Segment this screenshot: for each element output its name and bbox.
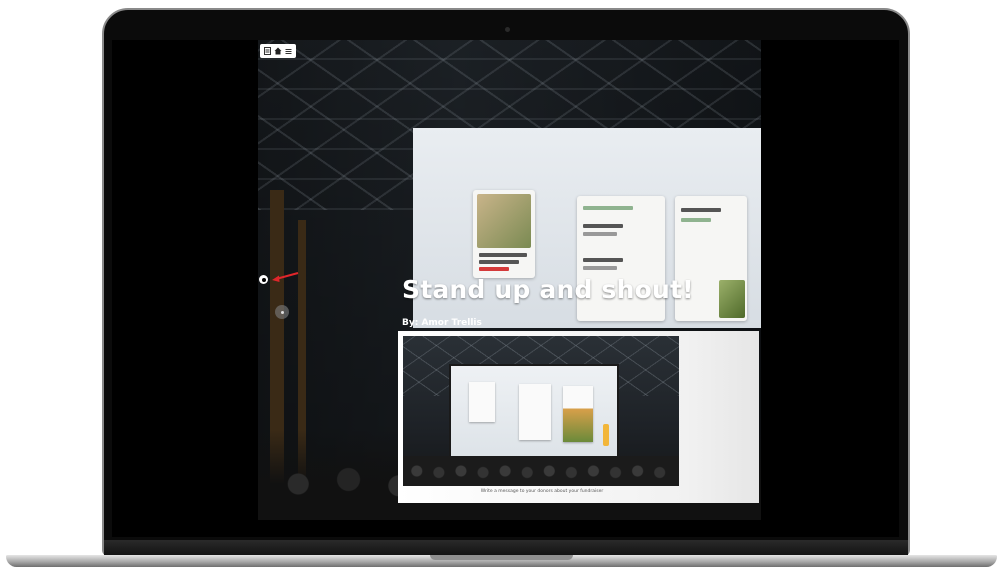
card-text-line — [583, 206, 633, 210]
loft-image — [477, 194, 531, 248]
card-text-line — [583, 258, 623, 262]
card-text-line — [583, 224, 623, 228]
slide-toolbar — [260, 44, 296, 58]
embedded-photo-card: Write a message to your donors about you… — [398, 331, 759, 503]
card-text-line — [583, 266, 617, 270]
plant-image — [719, 280, 745, 318]
card-text-line — [479, 267, 509, 271]
photo-screen-card — [563, 386, 593, 442]
slide-title: Stand up and shout! — [402, 275, 694, 304]
photo-audience — [403, 456, 679, 486]
menu-icon[interactable] — [284, 47, 293, 56]
annotation-arrow-icon — [272, 272, 299, 282]
webcam — [505, 27, 510, 32]
speaker-figure — [603, 424, 609, 446]
laptop-screen: Stand up and shout! By: Amor Trellis Wri… — [112, 40, 899, 537]
photo-screen-card — [469, 382, 495, 422]
slide-byline: By: Amor Trellis — [402, 318, 482, 328]
card-text-line — [681, 208, 721, 212]
layers-icon[interactable] — [263, 47, 272, 56]
photo-caption: Write a message to your donors about you… — [480, 489, 604, 494]
photo-presentation-screen — [449, 364, 619, 460]
card-text-line — [479, 253, 527, 257]
laptop-hinge — [104, 540, 908, 556]
card-text-line — [681, 218, 711, 222]
photo-screen-card — [519, 384, 551, 440]
laptop-opening-notch — [430, 555, 573, 560]
screen-card-loft — [473, 190, 535, 278]
desktop-scene: Stand up and shout! By: Amor Trellis Wri… — [0, 0, 1003, 578]
card-text-line — [479, 260, 519, 264]
slide-edge-handle[interactable] — [259, 275, 268, 284]
card-text-line — [583, 232, 617, 236]
home-icon[interactable] — [273, 47, 282, 56]
navigation-dot[interactable] — [275, 305, 289, 319]
presentation-photo — [403, 336, 679, 486]
